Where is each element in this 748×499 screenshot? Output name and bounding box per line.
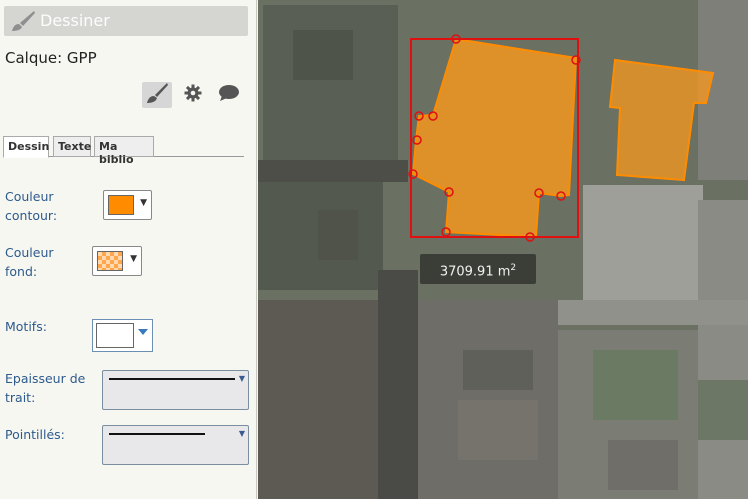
draw-tool-button[interactable] xyxy=(142,82,172,108)
stroke-width-select[interactable]: ▼ xyxy=(102,370,249,410)
brush-icon xyxy=(8,10,36,36)
map-view[interactable] xyxy=(258,0,748,499)
fill-color-picker[interactable]: ▼ xyxy=(92,246,142,276)
tab-texte[interactable]: Texte xyxy=(53,136,91,157)
speech-bubble-icon xyxy=(218,84,240,106)
stroke-width-preview xyxy=(109,378,235,380)
dropdown-arrow-icon: ▼ xyxy=(238,429,245,438)
brush-icon xyxy=(145,82,169,108)
settings-button[interactable] xyxy=(178,82,208,108)
dropdown-arrow-icon: ▼ xyxy=(140,198,147,208)
area-measurement-label: 3709.91 m2 xyxy=(420,254,536,284)
pattern-preview xyxy=(96,323,134,348)
layer-label: Calque: GPP xyxy=(5,49,97,67)
aerial-imagery xyxy=(258,0,748,499)
pointilles-label: Pointillés: xyxy=(5,427,65,442)
pattern-select[interactable] xyxy=(92,319,153,352)
draw-panel: Dessiner Calque: GPP Dessin Texte Ma bib… xyxy=(0,0,257,499)
dropdown-arrow-icon xyxy=(138,329,148,335)
couleur-contour-label: Couleur contour: xyxy=(5,189,58,223)
dash-style-preview xyxy=(109,433,205,435)
gear-icon xyxy=(184,84,202,106)
tab-bar: Dessin Texte Ma biblio xyxy=(3,136,244,166)
stroke-color-swatch xyxy=(108,195,134,215)
dropdown-arrow-icon: ▼ xyxy=(238,374,245,383)
text-annotation-button[interactable] xyxy=(214,82,244,108)
dash-style-select[interactable]: ▼ xyxy=(102,425,249,465)
motifs-label: Motifs: xyxy=(5,319,47,334)
fill-color-swatch xyxy=(97,251,123,271)
tab-dessin[interactable]: Dessin xyxy=(3,136,49,158)
panel-title: Dessiner xyxy=(40,11,110,30)
epaisseur-label: Epaisseur de trait: xyxy=(5,371,86,405)
tab-ma-biblio[interactable]: Ma biblio xyxy=(94,136,154,166)
tool-icons xyxy=(142,82,244,108)
stroke-color-picker[interactable]: ▼ xyxy=(103,190,152,220)
dropdown-arrow-icon: ▼ xyxy=(130,254,137,264)
couleur-fond-label: Couleur fond: xyxy=(5,245,54,279)
panel-header: Dessiner xyxy=(4,6,248,36)
